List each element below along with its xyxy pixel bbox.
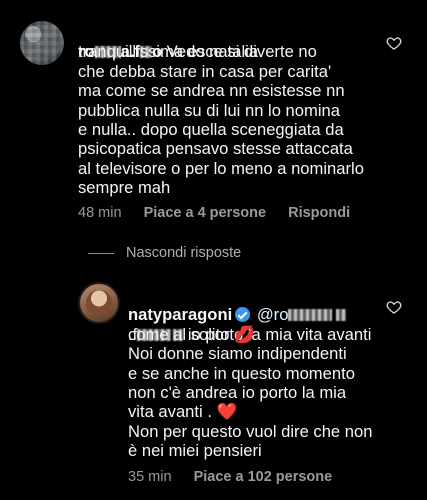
heart-icon[interactable]	[386, 35, 402, 51]
reply-meta: 35 min Piace a 102 persone	[128, 469, 350, 485]
reply-body: come al solito 💋 Noi donne siamo indipen…	[128, 324, 373, 461]
divider	[88, 253, 114, 254]
heart-icon[interactable]	[386, 299, 402, 315]
comment-meta: 48 min Piace a 4 persone Rispondi	[78, 205, 368, 221]
avatar[interactable]	[20, 21, 64, 65]
likes-count[interactable]: Piace a 4 persone	[144, 205, 267, 221]
timestamp: 35 min	[128, 469, 172, 485]
likes-count[interactable]: Piace a 102 persone	[194, 469, 333, 485]
hide-replies-button[interactable]: Nascondi risposte	[126, 245, 241, 261]
reply-button[interactable]: Rispondi	[288, 205, 350, 221]
avatar[interactable]	[78, 282, 120, 324]
comment-body: tranquillissima esce si diverte no che d…	[78, 42, 364, 198]
timestamp: 48 min	[78, 205, 122, 221]
